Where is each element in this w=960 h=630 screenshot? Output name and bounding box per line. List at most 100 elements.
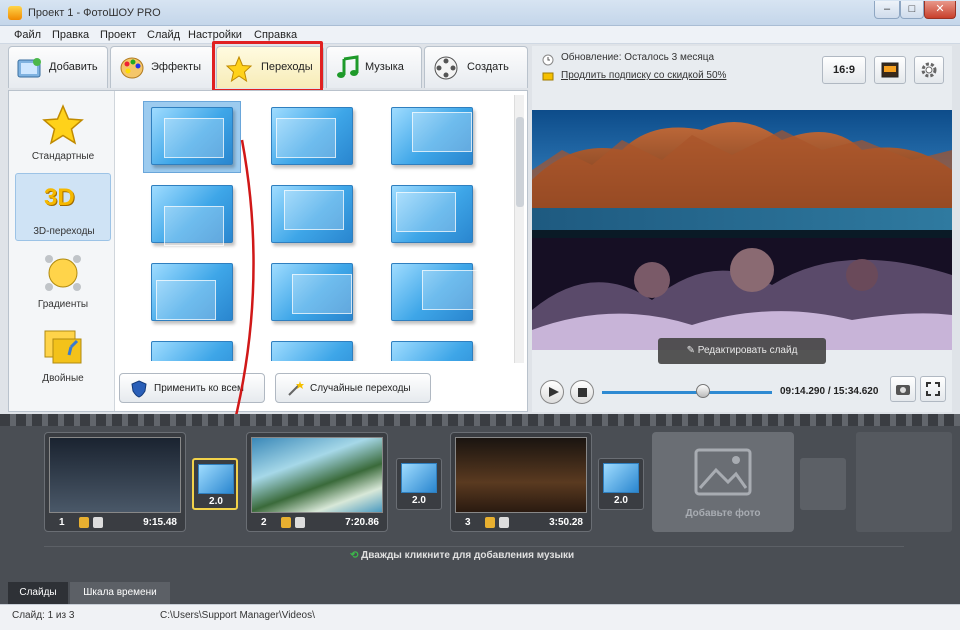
settings-button[interactable]: [914, 56, 944, 84]
play-icon: [549, 387, 559, 397]
seek-handle[interactable]: [696, 384, 710, 398]
fullscreen-icon: [926, 382, 940, 396]
status-bar: Слайд: 1 из 3 C:\Users\Support Manager\V…: [0, 604, 960, 630]
category-double[interactable]: Двойные: [15, 321, 111, 389]
pencil-icon[interactable]: [281, 517, 291, 528]
transition-thumb[interactable]: [271, 107, 353, 165]
tab-add[interactable]: Добавить: [8, 46, 108, 88]
image-icon: [881, 62, 899, 78]
menu-edit[interactable]: Правка: [52, 29, 89, 41]
close-button[interactable]: ✕: [924, 1, 956, 19]
transition-slot[interactable]: 2.0: [598, 458, 644, 510]
category-standard[interactable]: Стандартные: [15, 99, 111, 167]
menu-bar: Файл Правка Проект Слайд Настройки Справ…: [0, 26, 960, 44]
minimize-button[interactable]: –: [874, 1, 900, 19]
play-button[interactable]: [540, 380, 564, 404]
slides-timeline: 1 9:15.48 2.0 2 7:20.86 2.0 3 3:50.28 2.…: [0, 414, 960, 582]
stop-button[interactable]: [570, 380, 594, 404]
clock-icon: [542, 54, 554, 66]
stop-icon: [578, 388, 587, 397]
tab-effects[interactable]: Эффекты: [110, 46, 214, 88]
transition-thumbnail: [198, 464, 234, 494]
menu-help[interactable]: Справка: [254, 29, 297, 41]
3d-icon: 3D: [44, 184, 75, 211]
menu-slide[interactable]: Слайд: [147, 29, 180, 41]
speaker-icon[interactable]: [93, 517, 103, 528]
menu-settings[interactable]: Настройки: [188, 29, 242, 41]
speaker-icon[interactable]: [499, 517, 509, 528]
category-3d-label: 3D-переходы: [33, 226, 95, 237]
preview-panel: Обновление: Осталось 3 месяца Продлить п…: [532, 46, 952, 412]
category-3d[interactable]: 3D 3D-переходы: [15, 173, 111, 241]
music-note-icon: [337, 55, 359, 78]
slide-counter: Слайд: 1 из 3: [12, 610, 75, 621]
renew-subscription-link[interactable]: Продлить подписку со скидкой 50%: [561, 70, 726, 81]
add-photo-slot[interactable]: Добавьте фото: [652, 432, 794, 532]
menu-file[interactable]: Файл: [14, 29, 41, 41]
background-button[interactable]: [874, 56, 906, 84]
random-transitions-label: Случайные переходы: [310, 383, 411, 394]
random-transitions-button[interactable]: Случайные переходы: [275, 373, 431, 403]
transition-thumb[interactable]: [271, 185, 353, 243]
project-path: C:\Users\Support Manager\Videos\: [160, 610, 315, 621]
slide-number: 3: [465, 517, 471, 528]
transition-slot[interactable]: 2.0: [396, 458, 442, 510]
shield-icon: [131, 380, 147, 398]
edit-slide-button[interactable]: ✎ Редактировать слайд: [658, 338, 826, 364]
pencil-icon[interactable]: [485, 517, 495, 528]
transition-duration: 2.0: [412, 495, 426, 506]
music-track[interactable]: ⟲ Дважды кликните для добавления музыки: [350, 550, 574, 561]
transition-slot[interactable]: 2.0: [192, 458, 238, 510]
transition-thumb[interactable]: [391, 185, 473, 243]
maximize-button[interactable]: □: [900, 1, 924, 19]
music-add-icon: ⟲: [350, 550, 362, 561]
pencil-icon[interactable]: [79, 517, 89, 528]
slide-duration: 9:15.48: [143, 517, 177, 528]
gradient-icon: [45, 255, 81, 291]
aspect-ratio-button[interactable]: 16:9: [822, 56, 866, 84]
music-track-divider: [44, 546, 904, 547]
add-image-icon: [694, 448, 752, 496]
transition-duration: 2.0: [614, 495, 628, 506]
transition-thumb[interactable]: [271, 263, 353, 321]
slide-card[interactable]: 3 3:50.28: [450, 432, 592, 532]
tab-slides[interactable]: Слайды: [8, 582, 68, 604]
category-gradients[interactable]: Градиенты: [15, 247, 111, 315]
seek-track[interactable]: [602, 391, 772, 394]
transition-thumb[interactable]: [391, 263, 482, 321]
transition-thumb[interactable]: [391, 341, 473, 361]
music-hint: Дважды кликните для добавления музыки: [361, 550, 575, 561]
transition-thumbnail: [603, 463, 639, 493]
palette-icon: [120, 57, 144, 79]
edit-slide-label: Редактировать слайд: [697, 345, 798, 356]
annotation-arrow: [222, 139, 255, 450]
fullscreen-button[interactable]: [920, 376, 946, 402]
vertical-scrollbar[interactable]: [514, 95, 524, 363]
tab-music[interactable]: Музыка: [326, 46, 422, 88]
tab-timeline[interactable]: Шкала времени: [70, 582, 170, 604]
tab-create-label: Создать: [467, 61, 509, 73]
app-icon: [8, 6, 22, 20]
speaker-icon[interactable]: [295, 517, 305, 528]
title-bar: Проект 1 - ФотоШОУ PRO – □ ✕: [0, 0, 960, 26]
transition-grid: [121, 97, 513, 361]
transition-thumb[interactable]: [391, 107, 473, 165]
slide-card[interactable]: 2 7:20.86: [246, 432, 388, 532]
tab-add-label: Добавить: [49, 61, 98, 73]
scrollbar-thumb[interactable]: [516, 117, 524, 207]
slide-thumbnail: [251, 437, 383, 513]
slide-thumbnail: [455, 437, 587, 513]
slide-duration: 3:50.28: [549, 517, 583, 528]
transition-duration: 2.0: [209, 496, 223, 507]
tab-effects-label: Эффекты: [151, 61, 202, 73]
slide-card[interactable]: 1 9:15.48: [44, 432, 186, 532]
menu-project[interactable]: Проект: [100, 29, 136, 41]
snapshot-button[interactable]: [890, 376, 916, 402]
magic-wand-icon: [288, 381, 304, 396]
transition-thumb[interactable]: [271, 341, 353, 361]
tab-create[interactable]: Создать: [424, 46, 528, 88]
preview-image: [532, 110, 952, 350]
empty-slide-slot: [856, 432, 952, 532]
playback-time: 09:14.290 / 15:34.620: [780, 386, 879, 397]
playback-bar: 09:14.290 / 15:34.620: [532, 372, 952, 408]
